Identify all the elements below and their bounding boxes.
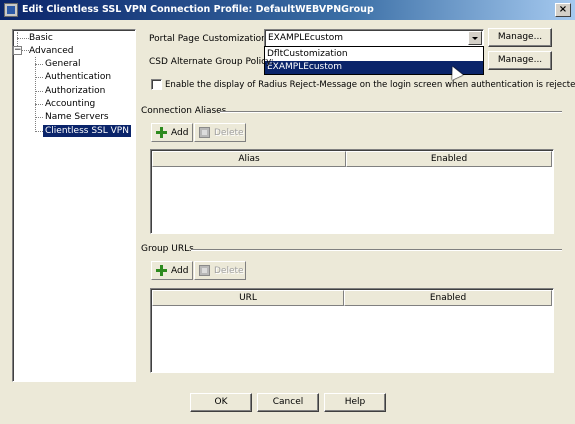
url-add-label: Add: [171, 266, 189, 276]
group-urls-title: Group URLs: [141, 244, 194, 254]
section-divider: [191, 249, 562, 251]
column-header-alias[interactable]: Alias: [152, 151, 346, 167]
app-icon: [4, 3, 18, 17]
tree-item-authorization[interactable]: Authorization: [45, 85, 105, 97]
group-urls-table[interactable]: URL Enabled: [150, 288, 554, 373]
radius-reject-label: Enable the display of Radius Reject-Mess…: [165, 80, 575, 90]
ok-label: OK: [214, 397, 228, 407]
collapse-icon[interactable]: −: [13, 46, 22, 55]
portal-customization-value: EXAMPLEcustom: [268, 33, 344, 43]
help-label: Help: [344, 397, 366, 407]
cancel-button[interactable]: Cancel: [257, 393, 319, 412]
column-header-enabled[interactable]: Enabled: [344, 290, 552, 306]
window-title: Edit Clientless SSL VPN Connection Profi…: [22, 4, 374, 15]
radius-reject-checkbox[interactable]: [151, 79, 162, 90]
connection-aliases-title: Connection Aliases: [141, 106, 227, 116]
tree-item-clientless-ssl-vpn[interactable]: Clientless SSL VPN: [43, 125, 131, 137]
tree-connector: [17, 38, 29, 39]
navigation-tree: Basic − Advanced General Authentication …: [12, 29, 136, 382]
title-bar: Edit Clientless SSL VPN Connection Profi…: [0, 0, 575, 20]
tree-item-name-servers[interactable]: Name Servers: [45, 111, 109, 123]
delete-icon: [199, 265, 210, 276]
help-button[interactable]: Help: [324, 393, 386, 412]
alias-delete-button[interactable]: Delete: [194, 123, 246, 142]
dropdown-arrow-icon[interactable]: [468, 31, 482, 45]
csd-policy-label: CSD Alternate Group Policy:: [149, 57, 274, 67]
tree-item-advanced[interactable]: Advanced: [29, 45, 73, 57]
tree-connector: [35, 117, 43, 118]
tree-item-general[interactable]: General: [45, 58, 80, 70]
tree-connector: [22, 50, 29, 51]
url-delete-label: Delete: [214, 266, 244, 276]
portal-manage-button[interactable]: Manage...: [488, 28, 552, 47]
portal-customization-select[interactable]: EXAMPLEcustom: [264, 29, 484, 47]
alias-add-button[interactable]: Add: [151, 123, 193, 142]
column-header-url[interactable]: URL: [152, 290, 344, 306]
tree-item-authentication[interactable]: Authentication: [45, 71, 111, 83]
url-add-button[interactable]: Add: [151, 261, 193, 280]
alias-delete-label: Delete: [214, 128, 244, 138]
portal-customization-label: Portal Page Customization:: [149, 34, 270, 44]
tree-connector: [35, 64, 43, 65]
tree-connector: [35, 91, 43, 92]
csd-manage-label: Manage...: [497, 55, 543, 65]
tree-item-accounting[interactable]: Accounting: [45, 98, 95, 110]
tree-connector: [35, 131, 43, 132]
column-header-enabled[interactable]: Enabled: [346, 151, 552, 167]
alias-add-label: Add: [171, 128, 189, 138]
connection-aliases-table[interactable]: Alias Enabled: [150, 149, 554, 234]
delete-icon: [199, 127, 210, 138]
close-button[interactable]: ×: [555, 3, 571, 17]
tree-item-basic[interactable]: Basic: [29, 32, 53, 44]
portal-manage-label: Manage...: [497, 32, 543, 42]
cancel-label: Cancel: [272, 397, 304, 407]
url-delete-button[interactable]: Delete: [194, 261, 246, 280]
tree-connector: [35, 104, 43, 105]
csd-manage-button[interactable]: Manage...: [488, 51, 552, 70]
section-divider: [220, 111, 562, 113]
ok-button[interactable]: OK: [190, 393, 252, 412]
add-icon: [156, 127, 167, 138]
tree-connector: [35, 57, 36, 132]
add-icon: [156, 265, 167, 276]
tree-connector: [35, 77, 43, 78]
dropdown-option-dfltcustomization[interactable]: DfltCustomization: [265, 48, 483, 61]
